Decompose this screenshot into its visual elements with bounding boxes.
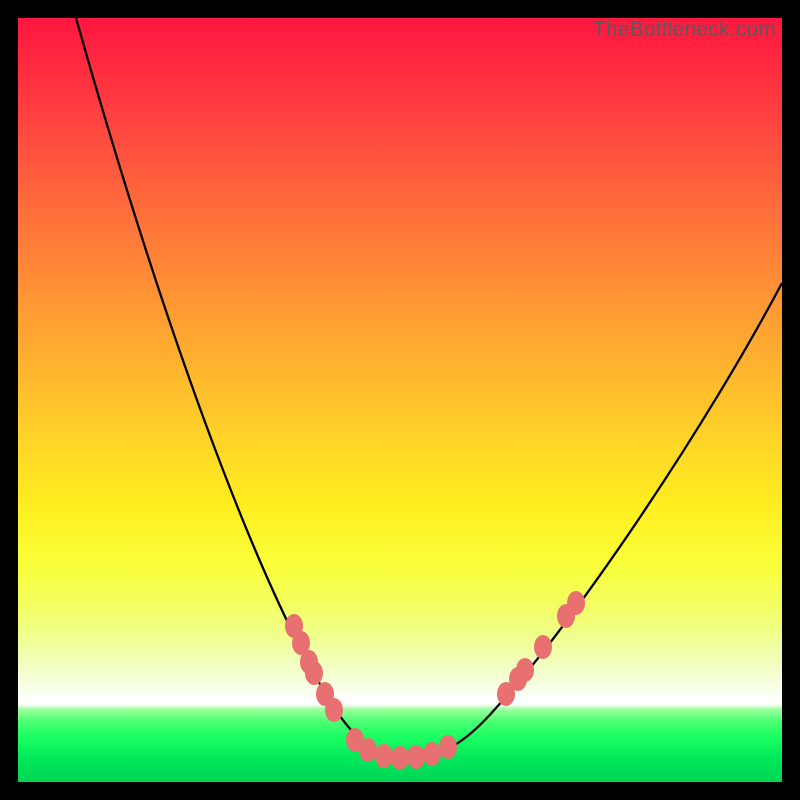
bead-marker xyxy=(534,635,552,659)
chart-frame: TheBottleneck.com xyxy=(18,18,782,782)
bead-marker xyxy=(516,658,534,682)
bead-marker xyxy=(407,745,425,769)
bead-marker xyxy=(325,698,343,722)
bead-marker xyxy=(391,746,409,770)
bead-marker xyxy=(305,661,323,685)
bottleneck-chart xyxy=(18,18,782,782)
bead-group xyxy=(285,591,585,770)
bottleneck-curve-line xyxy=(76,18,782,758)
bead-marker xyxy=(439,735,457,759)
bead-marker xyxy=(375,744,393,768)
bead-marker xyxy=(567,591,585,615)
bead-marker xyxy=(359,738,377,762)
bead-marker xyxy=(423,742,441,766)
